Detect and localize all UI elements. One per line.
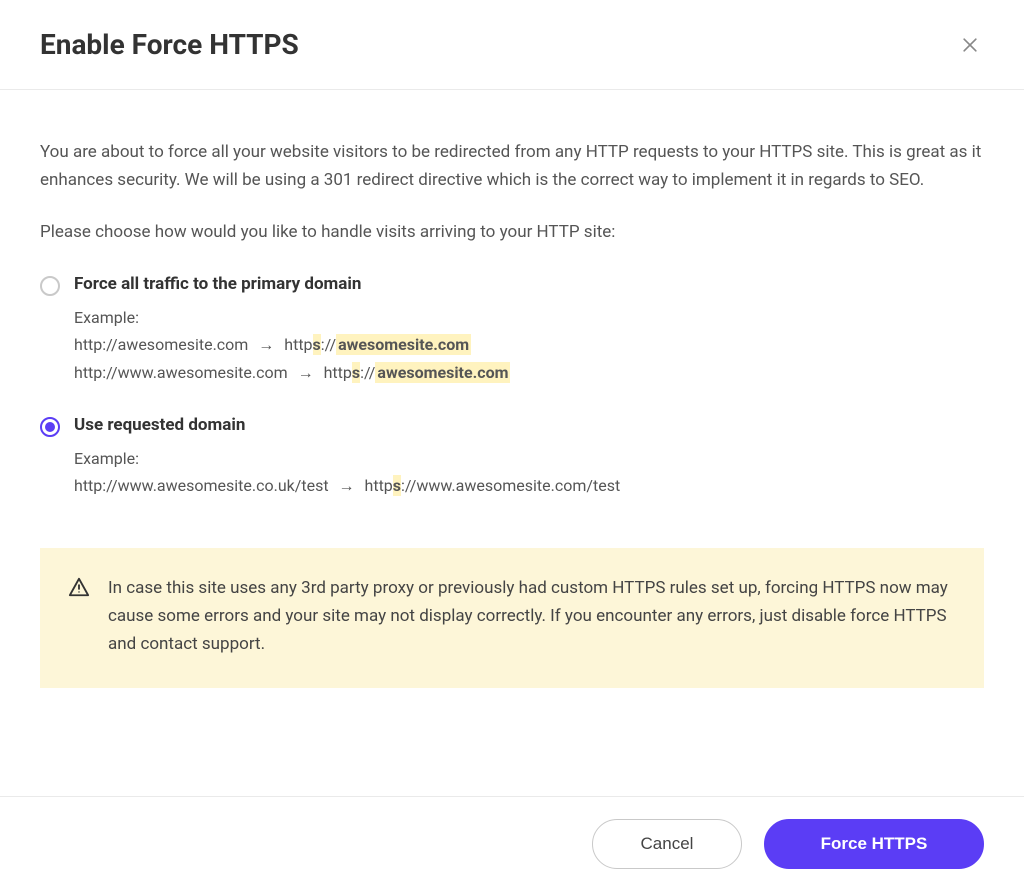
example-to-rest: ://www.awesomesite.com/test (401, 476, 620, 495)
prompt-text: Please choose how would you like to hand… (40, 218, 984, 246)
close-icon (960, 35, 980, 55)
option-force-primary-label[interactable]: Force all traffic to the primary domain (74, 274, 984, 294)
modal-footer: Cancel Force HTTPS (0, 796, 1024, 891)
example-heading: Example: (74, 308, 984, 327)
example-from: http://www.awesomesite.co.uk/test (74, 476, 329, 495)
example-line-1: http://awesomesite.com → https://awesome… (74, 331, 984, 359)
modal-body: You are about to force all your website … (0, 90, 1024, 796)
example-line-2: http://www.awesomesite.com → https://awe… (74, 359, 984, 387)
highlight-domain: awesomesite.com (336, 334, 471, 355)
example-to-sep: :// (321, 335, 336, 354)
intro-text: You are about to force all your website … (40, 138, 984, 194)
option-use-requested: Use requested domain Example: http://www… (40, 415, 984, 500)
close-button[interactable] (956, 31, 984, 59)
warning-text: In case this site uses any 3rd party pro… (108, 574, 956, 658)
warning-icon (68, 574, 90, 602)
radio-force-primary[interactable] (40, 276, 60, 296)
modal-header: Enable Force HTTPS (0, 0, 1024, 90)
radio-use-requested[interactable] (40, 417, 60, 437)
highlight-s: s (352, 362, 360, 383)
arrow-icon: → (292, 359, 320, 387)
example-to-prefix: http (324, 363, 352, 382)
warning-box: In case this site uses any 3rd party pro… (40, 548, 984, 688)
highlight-domain: awesomesite.com (375, 362, 510, 383)
option-use-requested-label[interactable]: Use requested domain (74, 415, 984, 435)
example-from: http://www.awesomesite.com (74, 363, 288, 382)
highlight-s: s (393, 475, 401, 496)
example-line-1: http://www.awesomesite.co.uk/test → http… (74, 472, 984, 500)
option-force-primary-body: Force all traffic to the primary domain … (74, 274, 984, 387)
highlight-s: s (313, 334, 321, 355)
example-to-sep: :// (360, 363, 375, 382)
force-https-modal: Enable Force HTTPS You are about to forc… (0, 0, 1024, 891)
example-to-prefix: http (365, 476, 393, 495)
options-group: Force all traffic to the primary domain … (40, 274, 984, 500)
force-https-button[interactable]: Force HTTPS (764, 819, 984, 869)
cancel-button[interactable]: Cancel (592, 819, 742, 869)
option-force-primary: Force all traffic to the primary domain … (40, 274, 984, 387)
example-to-prefix: http (284, 335, 312, 354)
option-use-requested-body: Use requested domain Example: http://www… (74, 415, 984, 500)
arrow-icon: → (252, 331, 280, 359)
arrow-icon: → (333, 472, 361, 500)
modal-title: Enable Force HTTPS (40, 28, 299, 61)
example-heading: Example: (74, 449, 984, 468)
example-from: http://awesomesite.com (74, 335, 248, 354)
